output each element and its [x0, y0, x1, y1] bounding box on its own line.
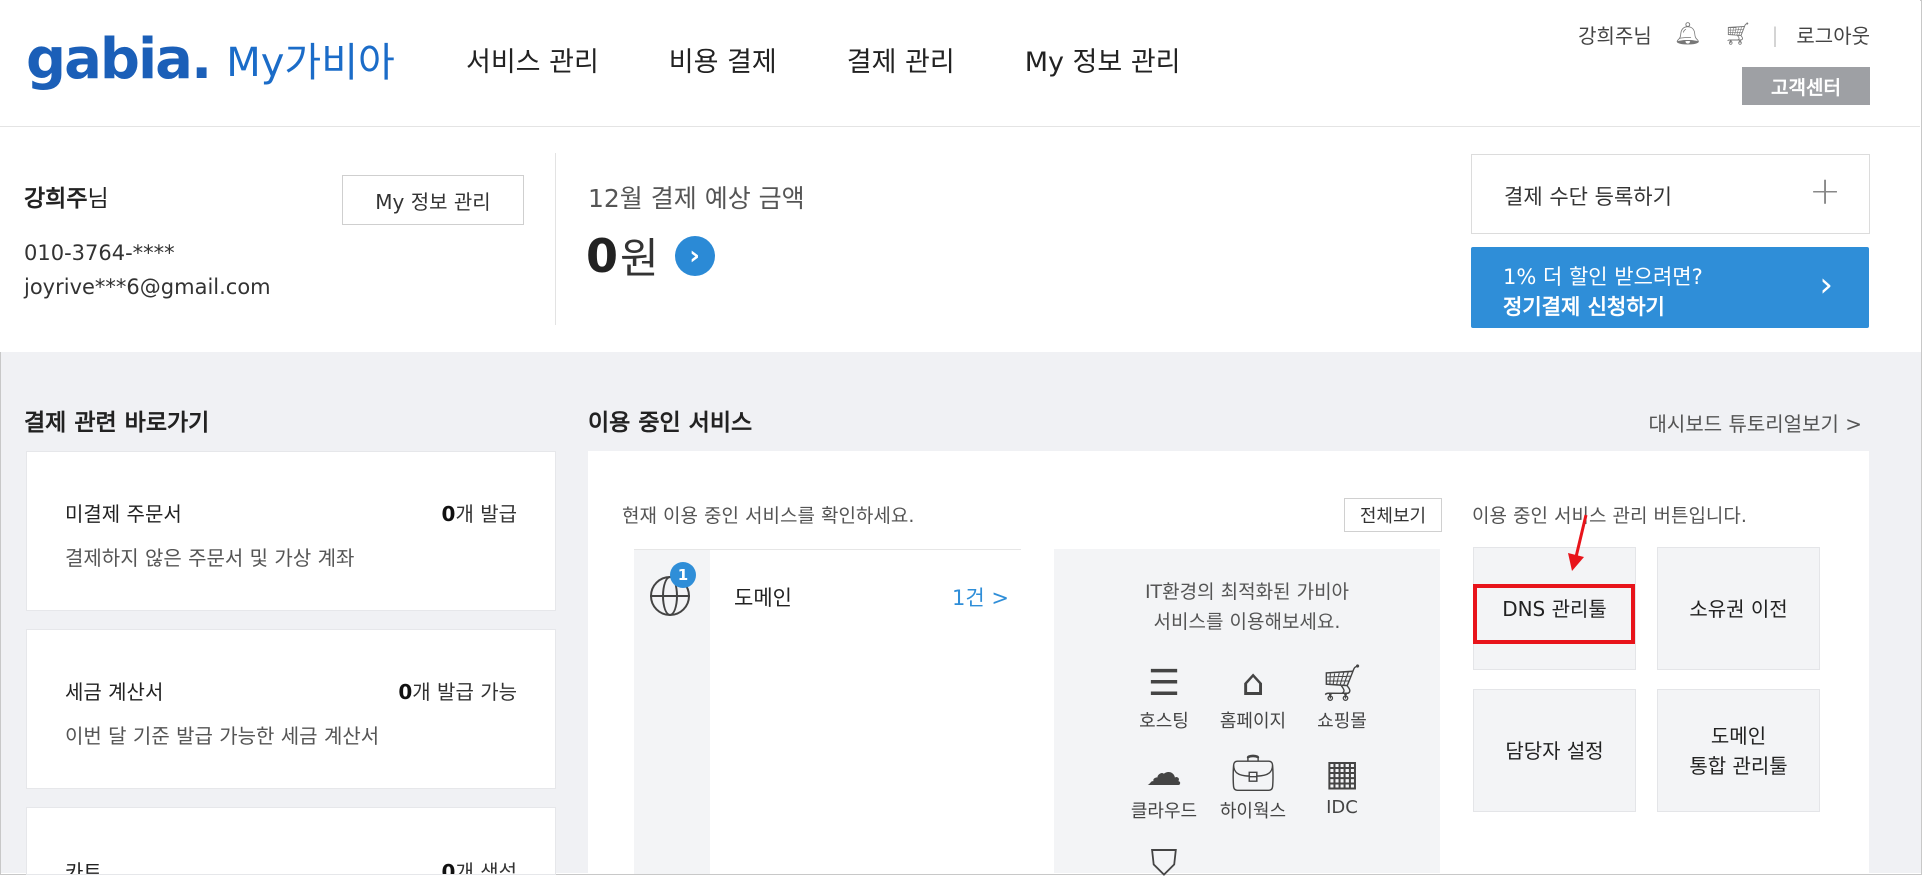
dns-highlight-box: [1473, 584, 1635, 644]
gabia-logo[interactable]: gabia. My가비아: [26, 24, 395, 94]
card-unit: 개 발급: [455, 502, 517, 526]
promo-text-line2: 서비스를 이용해보세요.: [1153, 611, 1341, 633]
idc-link[interactable]: ▦ IDC: [1302, 751, 1382, 818]
payment-estimate-title: 12월 결제 예상 금액: [588, 184, 805, 213]
user-name-suffix: 님: [87, 186, 109, 212]
payment-shortcuts-title: 결제 관련 바로가기: [24, 410, 210, 436]
domain-integrated-management-line2: 통합 관리툴: [1689, 753, 1788, 778]
register-payment-button[interactable]: 결제 수단 등록하기 +: [1471, 154, 1870, 234]
user-name: 강희주님: [24, 179, 109, 213]
nav-payment-management[interactable]: 결제 관리: [847, 40, 955, 79]
hiworks-label: 하이웍스: [1219, 801, 1287, 822]
service-domain-label[interactable]: 도메인: [734, 582, 792, 612]
user-name-text: 강희주: [24, 186, 88, 212]
cloud-link[interactable]: ☁ 클라우드: [1124, 751, 1204, 823]
card-unit: 개 생성: [455, 860, 517, 875]
dashboard-tutorial-link[interactable]: 대시보드 튜토리얼보기 >: [1649, 408, 1862, 437]
card-count: 0: [398, 680, 413, 704]
management-hint: 이용 중인 서비스 관리 버튼입니다.: [1472, 505, 1747, 527]
divider: |: [1771, 22, 1779, 47]
nav-my-info[interactable]: My 정보 관리: [1025, 40, 1181, 79]
card-value: 0개 생성: [441, 856, 517, 875]
red-arrow-annotation: [1568, 514, 1588, 571]
tax-invoice-card[interactable]: 세금 계산서 0개 발급 가능 이번 달 기준 발급 가능한 세금 계산서: [26, 629, 556, 789]
domain-integrated-management-button[interactable]: 도메인 통합 관리툴: [1657, 689, 1820, 812]
promo-line2: 정기결제 신청하기: [1503, 295, 1665, 319]
amount-value: 0: [586, 228, 619, 283]
register-payment-label: 결제 수단 등록하기: [1504, 185, 1672, 209]
nav-service-management[interactable]: 서비스 관리: [466, 40, 599, 79]
ownership-transfer-label: 소유권 이전: [1689, 596, 1788, 621]
logo-subtitle: My가비아: [226, 40, 395, 86]
contact-settings-label: 담당자 설정: [1505, 738, 1604, 763]
chevron-right-icon: ›: [1819, 265, 1833, 305]
top-header: gabia. My가비아 서비스 관리 비용 결제 결제 관리 My 정보 관리…: [0, 0, 1920, 127]
chevron-right-icon[interactable]: ›: [674, 235, 715, 276]
main-nav: 서비스 관리 비용 결제 결제 관리 My 정보 관리: [466, 40, 1251, 79]
card-value: 0개 발급: [442, 498, 517, 527]
shopping-mall-link[interactable]: 🛒︎ 쇼핑몰: [1302, 661, 1382, 733]
service-icon-column: 1: [634, 550, 710, 874]
card-value: 0개 발급 가능: [398, 676, 517, 705]
domain-integrated-management-line1: 도메인: [1710, 723, 1767, 748]
payment-estimate-amount: 0 원 ›: [586, 225, 715, 286]
hosting-link[interactable]: ☰ 호스팅: [1124, 661, 1204, 733]
unpaid-orders-card[interactable]: 미결제 주문서 0개 발급 결제하지 않은 주문서 및 가상 계좌: [26, 451, 556, 611]
service-promo-panel: IT환경의 최적화된 가비아 서비스를 이용해보세요. ☰ 호스팅 ⌂ 홈페이지 🛒…: [1054, 549, 1440, 884]
logout-link[interactable]: 로그아웃: [1796, 20, 1870, 49]
promo-line1: 1% 더 할인 받으려면?: [1503, 265, 1703, 289]
card-title: 미결제 주문서: [65, 502, 182, 526]
promo-text: IT환경의 최적화된 가비아 서비스를 이용해보세요.: [1054, 577, 1440, 637]
shield-icon: ⛉: [1150, 843, 1178, 884]
card-title: 카트: [65, 860, 102, 875]
domain-integrated-management-label: 도메인 통합 관리툴: [1689, 721, 1787, 781]
idc-label: IDC: [1326, 797, 1358, 818]
shopping-mall-label: 쇼핑몰: [1317, 711, 1367, 732]
hosting-label: 호스팅: [1139, 711, 1189, 732]
account-summary: 강희주님 My 정보 관리 010-3764-**** joyrive***6@…: [0, 127, 1920, 352]
card-title: 세금 계산서: [65, 680, 164, 704]
view-all-button[interactable]: 전체보기: [1344, 498, 1442, 532]
divider: [555, 153, 556, 325]
services-hint: 현재 이용 중인 서비스를 확인하세요.: [622, 505, 915, 527]
customer-center-button[interactable]: 고객센터: [1742, 67, 1870, 105]
user-phone: 010-3764-****: [24, 241, 175, 265]
nav-billing[interactable]: 비용 결제: [669, 40, 777, 79]
active-services-panel: 현재 이용 중인 서비스를 확인하세요. 전체보기 1 도메인 1건 > IT환…: [588, 451, 1869, 884]
cloud-label: 클라우드: [1130, 801, 1198, 822]
briefcase-icon: 💼︎: [1230, 753, 1276, 794]
homepage-link[interactable]: ⌂ 홈페이지: [1213, 661, 1293, 733]
idc-icon: ▦: [1324, 753, 1359, 794]
user-greeting[interactable]: 강희주님: [1578, 20, 1652, 49]
hosting-icon: ☰: [1147, 663, 1181, 704]
homepage-icon: ⌂: [1241, 663, 1265, 704]
auto-payment-promo-button[interactable]: 1% 더 할인 받으려면? 정기결제 신청하기 ›: [1471, 247, 1869, 328]
service-list: 1 도메인 1건 >: [634, 549, 1021, 874]
user-email: joyrive***6@gmail.com: [24, 275, 271, 299]
homepage-label: 홈페이지: [1219, 711, 1287, 732]
cloud-icon: ☁: [1146, 753, 1182, 794]
logo-mark: gabia.: [26, 26, 212, 92]
contact-settings-button[interactable]: 담당자 설정: [1473, 689, 1636, 812]
bell-icon[interactable]: 🔔︎: [1674, 22, 1702, 47]
my-info-button[interactable]: My 정보 관리: [342, 175, 524, 225]
active-services-title: 이용 중인 서비스: [588, 410, 753, 436]
utility-bar: 강희주님 🔔︎ 🛒︎ | 로그아웃: [1578, 20, 1870, 49]
amount-unit: 원: [620, 234, 659, 283]
cart-card[interactable]: 카트 0개 생성: [26, 807, 556, 875]
count-badge: 1: [670, 562, 696, 588]
card-count: 0: [441, 860, 456, 875]
ownership-transfer-button[interactable]: 소유권 이전: [1657, 547, 1820, 670]
card-unit: 개 발급 가능: [412, 680, 517, 704]
card-count: 0: [441, 502, 456, 526]
card-description: 이번 달 기준 발급 가능한 세금 계산서: [65, 724, 380, 748]
security-link[interactable]: ⛉: [1124, 841, 1204, 887]
promo-text-line1: IT환경의 최적화된 가비아: [1144, 581, 1350, 603]
hiworks-link[interactable]: 💼︎ 하이웍스: [1213, 751, 1293, 823]
cart-icon[interactable]: 🛒︎: [1724, 22, 1752, 47]
shopping-cart-icon: 🛒︎: [1319, 663, 1365, 704]
service-domain-count[interactable]: 1건 >: [952, 582, 1009, 612]
card-description: 결제하지 않은 주문서 및 가상 계좌: [65, 546, 355, 570]
plus-icon: +: [1809, 169, 1841, 213]
